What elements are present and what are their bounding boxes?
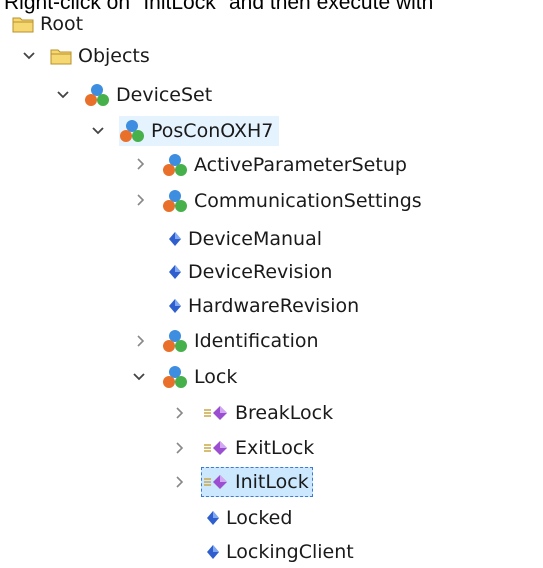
tree-item-devicemanual[interactable]: DeviceManual <box>168 224 322 254</box>
tree-item-label: CommunicationSettings <box>194 190 422 212</box>
tree-item-root[interactable]: Root <box>12 9 83 39</box>
chevron-down-icon[interactable] <box>90 123 106 139</box>
tree-item-label: ActiveParameterSetup <box>194 154 407 176</box>
tree-item-communicationsettings[interactable]: CommunicationSettings <box>162 186 422 216</box>
tree-item-label: HardwareRevision <box>188 295 360 317</box>
tree-item-label: LockingClient <box>226 541 354 563</box>
variable-icon <box>168 231 182 247</box>
tree-item-label: DeviceSet <box>116 84 213 106</box>
chevron-right-icon[interactable] <box>133 156 149 172</box>
object-icon <box>119 119 145 143</box>
chevron-right-icon[interactable] <box>172 405 188 421</box>
tree-item-hardwarerevision[interactable]: HardwareRevision <box>168 291 359 321</box>
tree-item-locked[interactable]: Locked <box>206 503 292 533</box>
chevron-right-icon[interactable] <box>172 474 188 490</box>
variable-icon <box>206 544 220 560</box>
tree-item-activeparametersetup[interactable]: ActiveParameterSetup <box>162 150 407 180</box>
tree-item-label: Lock <box>194 366 238 388</box>
object-icon <box>162 189 188 213</box>
method-icon <box>203 439 229 457</box>
method-icon <box>203 473 229 491</box>
tree-item-lock[interactable]: Lock <box>162 362 237 392</box>
chevron-down-icon[interactable] <box>55 87 71 103</box>
tree-item-label: Objects <box>78 45 150 67</box>
tree-item-label: Locked <box>226 507 293 529</box>
chevron-down-icon[interactable] <box>21 48 37 64</box>
object-icon <box>162 365 188 389</box>
tree-item-posconoxh7[interactable]: PosConOXH7 <box>119 116 280 146</box>
address-space-tree: Root Objects DeviceSet PosConOXH7 Active… <box>0 0 543 568</box>
variable-icon <box>168 298 182 314</box>
folder-icon <box>12 15 34 33</box>
tree-item-deviceset[interactable]: DeviceSet <box>84 80 212 110</box>
tree-item-breaklock[interactable]: BreakLock <box>203 398 333 428</box>
object-icon <box>162 329 188 353</box>
tree-item-label: BreakLock <box>235 402 334 424</box>
tree-item-label: ExitLock <box>235 437 315 459</box>
tree-item-exitlock[interactable]: ExitLock <box>203 433 314 463</box>
tree-item-lockingclient[interactable]: LockingClient <box>206 537 354 567</box>
tree-item-identification[interactable]: Identification <box>162 326 319 356</box>
tree-item-label: Identification <box>194 330 319 352</box>
tree-item-label: PosConOXH7 <box>151 120 274 142</box>
tree-item-label: Root <box>40 13 84 35</box>
tree-item-initlock[interactable]: InitLock <box>201 467 313 497</box>
tree-item-label: DeviceRevision <box>188 261 333 283</box>
tree-item-objects[interactable]: Objects <box>50 41 150 71</box>
object-icon <box>84 83 110 107</box>
method-icon <box>203 404 229 422</box>
chevron-right-icon[interactable] <box>133 333 149 349</box>
tree-item-devicerevision[interactable]: DeviceRevision <box>168 257 332 287</box>
variable-icon <box>168 264 182 280</box>
chevron-right-icon[interactable] <box>172 440 188 456</box>
chevron-right-icon[interactable] <box>133 192 149 208</box>
tree-item-label: InitLock <box>235 471 309 493</box>
object-icon <box>162 153 188 177</box>
chevron-down-icon[interactable] <box>131 369 147 385</box>
tree-item-label: DeviceManual <box>188 228 323 250</box>
folder-icon <box>50 47 72 65</box>
variable-icon <box>206 510 220 526</box>
